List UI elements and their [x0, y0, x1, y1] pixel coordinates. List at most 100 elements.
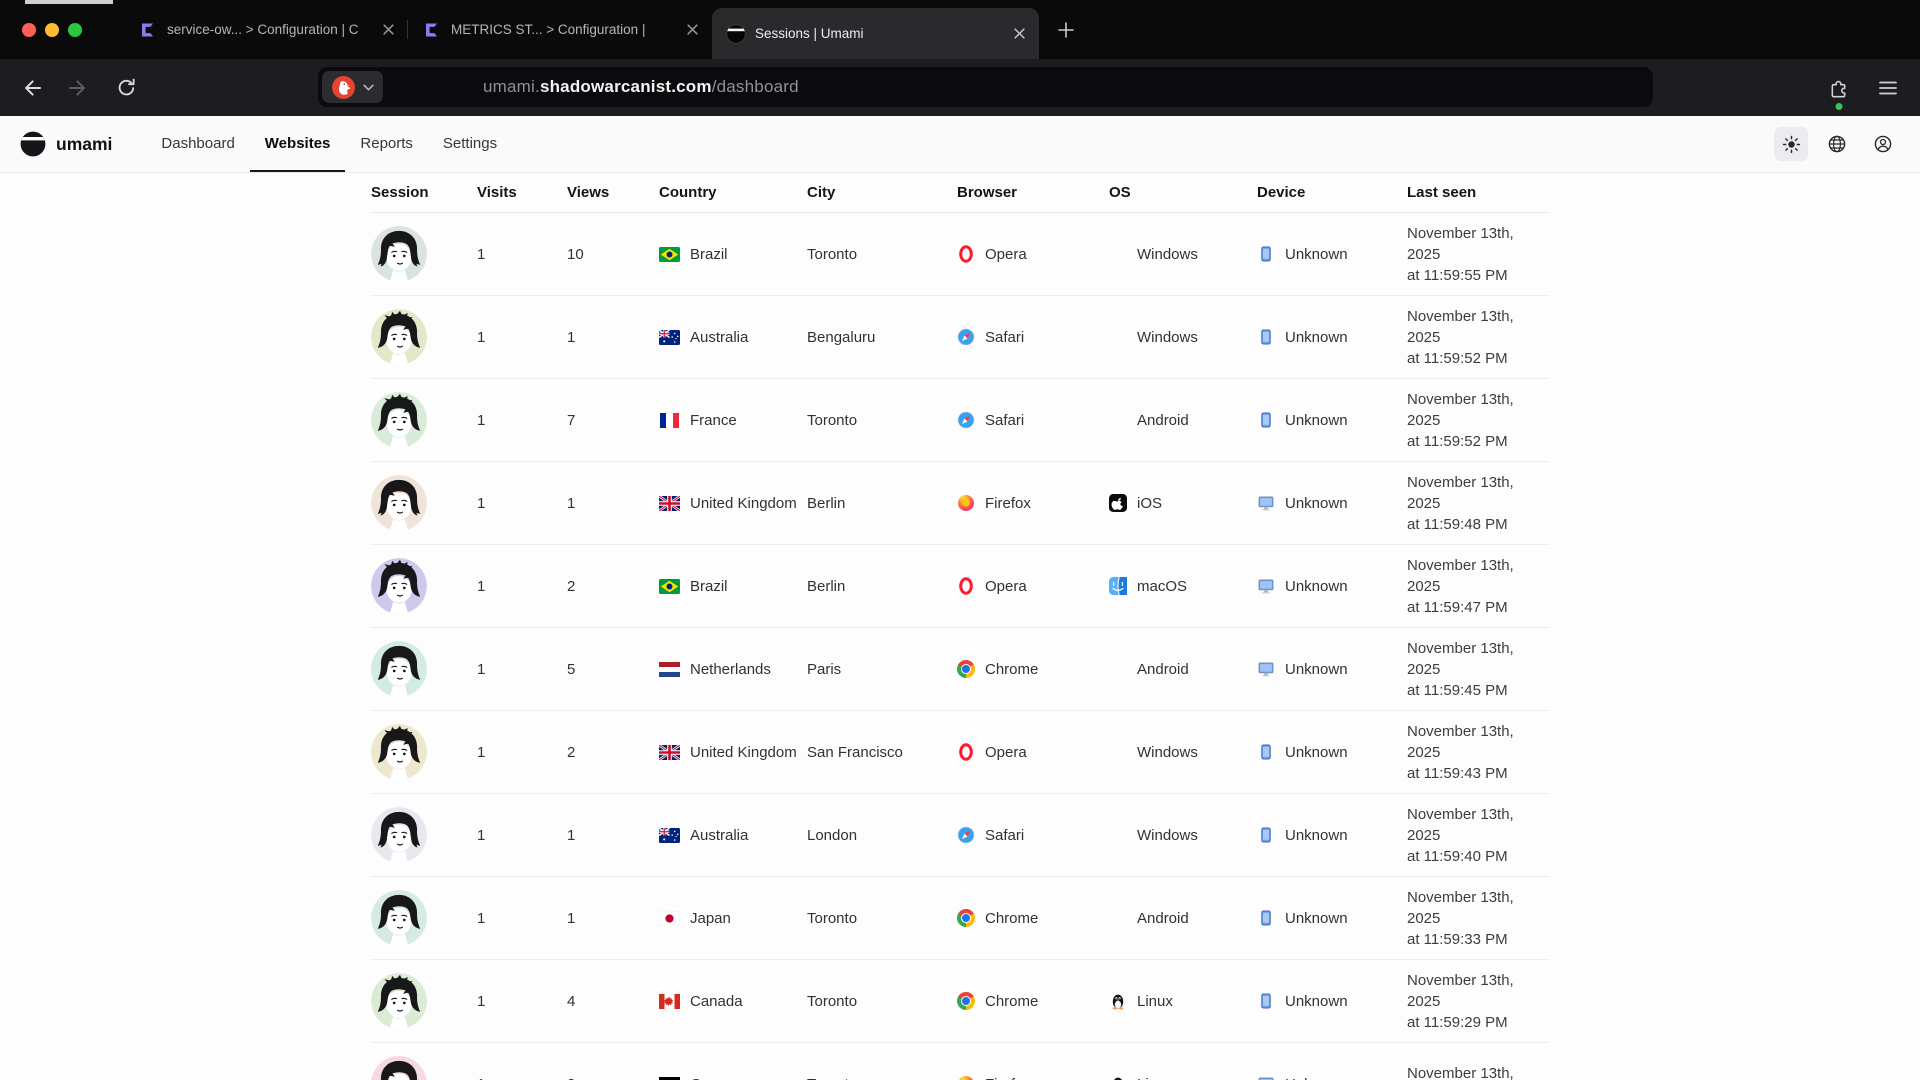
profile-button[interactable] — [1866, 127, 1900, 161]
safari-icon — [957, 328, 975, 346]
city-value: Berlin — [807, 578, 957, 595]
reload-icon[interactable] — [116, 77, 137, 98]
browser-label: Safari — [985, 412, 1024, 429]
window-controls — [0, 0, 124, 59]
flag-nl-icon — [659, 662, 680, 677]
back-button[interactable] — [20, 77, 42, 99]
session-row[interactable]: 12BrazilBerlinOperamacOSUnknownNovember … — [371, 545, 1549, 628]
browser-label: Chrome — [985, 910, 1038, 927]
column-header-browser: Browser — [957, 184, 1109, 201]
flag-gb-icon — [659, 745, 680, 760]
browser-tab[interactable]: METRICS ST... > Configuration | — [408, 0, 712, 59]
mobile-device-icon — [1257, 826, 1275, 844]
tab-title: METRICS ST... > Configuration | — [451, 22, 674, 37]
visits-value: 1 — [477, 661, 567, 678]
tab-close-icon[interactable] — [379, 20, 398, 39]
session-avatar[interactable] — [371, 973, 427, 1029]
city-value: Toronto — [807, 910, 957, 927]
device-label: Unknown — [1285, 744, 1348, 761]
mobile-device-icon — [1257, 245, 1275, 263]
safari-icon — [957, 826, 975, 844]
os-label: Android — [1137, 412, 1189, 429]
theme-toggle-button[interactable] — [1774, 127, 1808, 161]
session-avatar[interactable] — [371, 558, 427, 614]
session-row[interactable]: 17FranceTorontoSafariAndroidUnknownNovem… — [371, 379, 1549, 462]
session-row[interactable]: 11AustraliaLondonSafariWindowsUnknownNov… — [371, 794, 1549, 877]
flag-jp-icon — [659, 911, 680, 926]
browser-label: Chrome — [985, 993, 1038, 1010]
tab-close-icon[interactable] — [1010, 24, 1029, 43]
menu-icon[interactable] — [1876, 76, 1900, 100]
session-avatar[interactable] — [371, 475, 427, 531]
session-avatar[interactable] — [371, 890, 427, 946]
chrome-icon — [957, 992, 975, 1010]
flag-br-icon — [659, 579, 680, 594]
session-avatar[interactable] — [371, 1056, 427, 1080]
country-label: Canada — [690, 993, 743, 1010]
tab-close-icon[interactable] — [683, 20, 702, 39]
visits-value: 1 — [477, 993, 567, 1010]
umami-logo-icon — [20, 131, 46, 157]
extensions-button[interactable] — [1827, 76, 1850, 99]
forward-button[interactable] — [68, 77, 90, 99]
session-avatar[interactable] — [371, 392, 427, 448]
last-seen-value: November 13th, 2025at 11:59:47 PM — [1407, 555, 1549, 618]
app-nav: DashboardWebsitesReportsSettings — [146, 116, 512, 172]
last-seen-value: November 13th, 2025 — [1407, 1063, 1549, 1080]
views-value: 1 — [567, 495, 659, 512]
visits-value: 1 — [477, 910, 567, 927]
browser-tab[interactable]: service-ow... > Configuration | C — [124, 0, 408, 59]
window-close-button[interactable] — [22, 23, 36, 37]
nav-item-reports[interactable]: Reports — [345, 116, 428, 172]
umami-brand[interactable]: umami — [20, 116, 112, 172]
session-row[interactable]: 15NetherlandsParisChromeAndroidUnknownNo… — [371, 628, 1549, 711]
session-row[interactable]: 12GermanyTorontoFirefoxLinuxUnknownNovem… — [371, 1043, 1549, 1080]
globe-icon — [1827, 134, 1847, 154]
nav-item-settings[interactable]: Settings — [428, 116, 512, 172]
browser-tab[interactable]: Sessions | Umami — [712, 8, 1039, 59]
nav-item-websites[interactable]: Websites — [250, 116, 346, 172]
device-label: Unknown — [1285, 910, 1348, 927]
tab-title: Sessions | Umami — [755, 26, 1001, 41]
url-text: umami.shadowarcanist.com/dashboard — [483, 77, 799, 97]
visits-value: 1 — [477, 329, 567, 346]
session-row[interactable]: 11United KingdomBerlinFirefoxiOSUnknownN… — [371, 462, 1549, 545]
column-header-session: Session — [371, 184, 477, 201]
extension-status-dot — [1835, 103, 1842, 110]
session-avatar[interactable] — [371, 226, 427, 282]
last-seen-date: November 13th, 2025 — [1407, 970, 1549, 1012]
language-button[interactable] — [1820, 127, 1854, 161]
city-value: Berlin — [807, 495, 957, 512]
column-header-os: OS — [1109, 184, 1257, 201]
country-label: Australia — [690, 827, 748, 844]
last-seen-time: at 11:59:29 PM — [1407, 1012, 1549, 1033]
session-row[interactable]: 11JapanTorontoChromeAndroidUnknownNovemb… — [371, 877, 1549, 960]
views-value: 2 — [567, 744, 659, 761]
window-zoom-button[interactable] — [68, 23, 82, 37]
last-seen-date: November 13th, 2025 — [1407, 389, 1549, 431]
flag-au-icon — [659, 828, 680, 843]
visits-value: 1 — [477, 246, 567, 263]
country-label: Australia — [690, 329, 748, 346]
session-row[interactable]: 110BrazilTorontoOperaWindowsUnknownNovem… — [371, 213, 1549, 296]
new-tab-button[interactable] — [1045, 13, 1087, 47]
session-row[interactable]: 11AustraliaBengaluruSafariWindowsUnknown… — [371, 296, 1549, 379]
chrome-icon — [957, 660, 975, 678]
search-engine-badge[interactable] — [322, 71, 383, 103]
os-label: macOS — [1137, 578, 1187, 595]
session-avatar[interactable] — [371, 724, 427, 780]
city-value: Toronto — [807, 1076, 957, 1080]
window-minimize-button[interactable] — [45, 23, 59, 37]
views-value: 1 — [567, 329, 659, 346]
session-avatar[interactable] — [371, 641, 427, 697]
address-bar[interactable]: umami.shadowarcanist.com/dashboard — [318, 67, 1653, 107]
session-avatar[interactable] — [371, 309, 427, 365]
sun-icon — [1782, 135, 1801, 154]
nav-item-dashboard[interactable]: Dashboard — [146, 116, 249, 172]
session-row[interactable]: 12United KingdomSan FranciscoOperaWindow… — [371, 711, 1549, 794]
table-header-row: SessionVisitsViewsCountryCityBrowserOSDe… — [371, 173, 1549, 213]
flag-au-icon — [659, 330, 680, 345]
session-row[interactable]: 14CanadaTorontoChromeLinuxUnknownNovembe… — [371, 960, 1549, 1043]
browser-label: Safari — [985, 827, 1024, 844]
session-avatar[interactable] — [371, 807, 427, 863]
